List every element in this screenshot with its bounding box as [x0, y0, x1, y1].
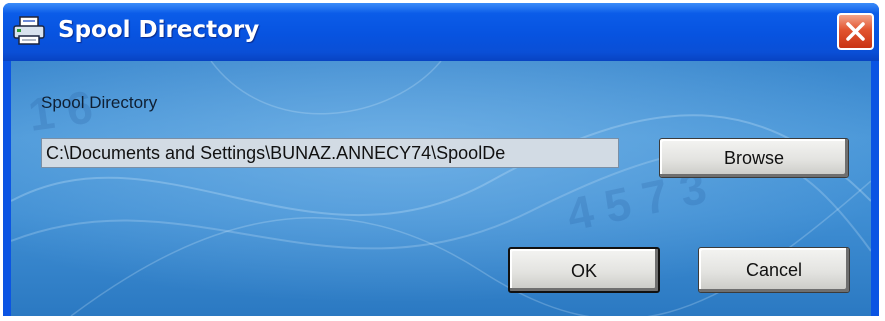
spool-directory-input[interactable]: C:\Documents and Settings\BUNAZ.ANNECY74…	[41, 138, 619, 168]
ok-button[interactable]: OK	[508, 247, 660, 293]
title-bar[interactable]: Spool Directory	[3, 3, 879, 61]
spool-directory-label: Spool Directory	[41, 93, 158, 112]
close-button[interactable]	[837, 13, 874, 50]
browse-button[interactable]: Browse	[659, 138, 849, 178]
dialog-body: 4 5 7 3 1 6 Spool Directory C:\Documents…	[11, 61, 871, 316]
spool-directory-dialog: Spool Directory 4 5 7 3 1 6 Spool Direct…	[3, 3, 879, 316]
cancel-button[interactable]: Cancel	[698, 247, 850, 293]
close-icon	[839, 22, 872, 52]
printer-icon	[12, 15, 48, 47]
window-title: Spool Directory	[58, 17, 260, 43]
